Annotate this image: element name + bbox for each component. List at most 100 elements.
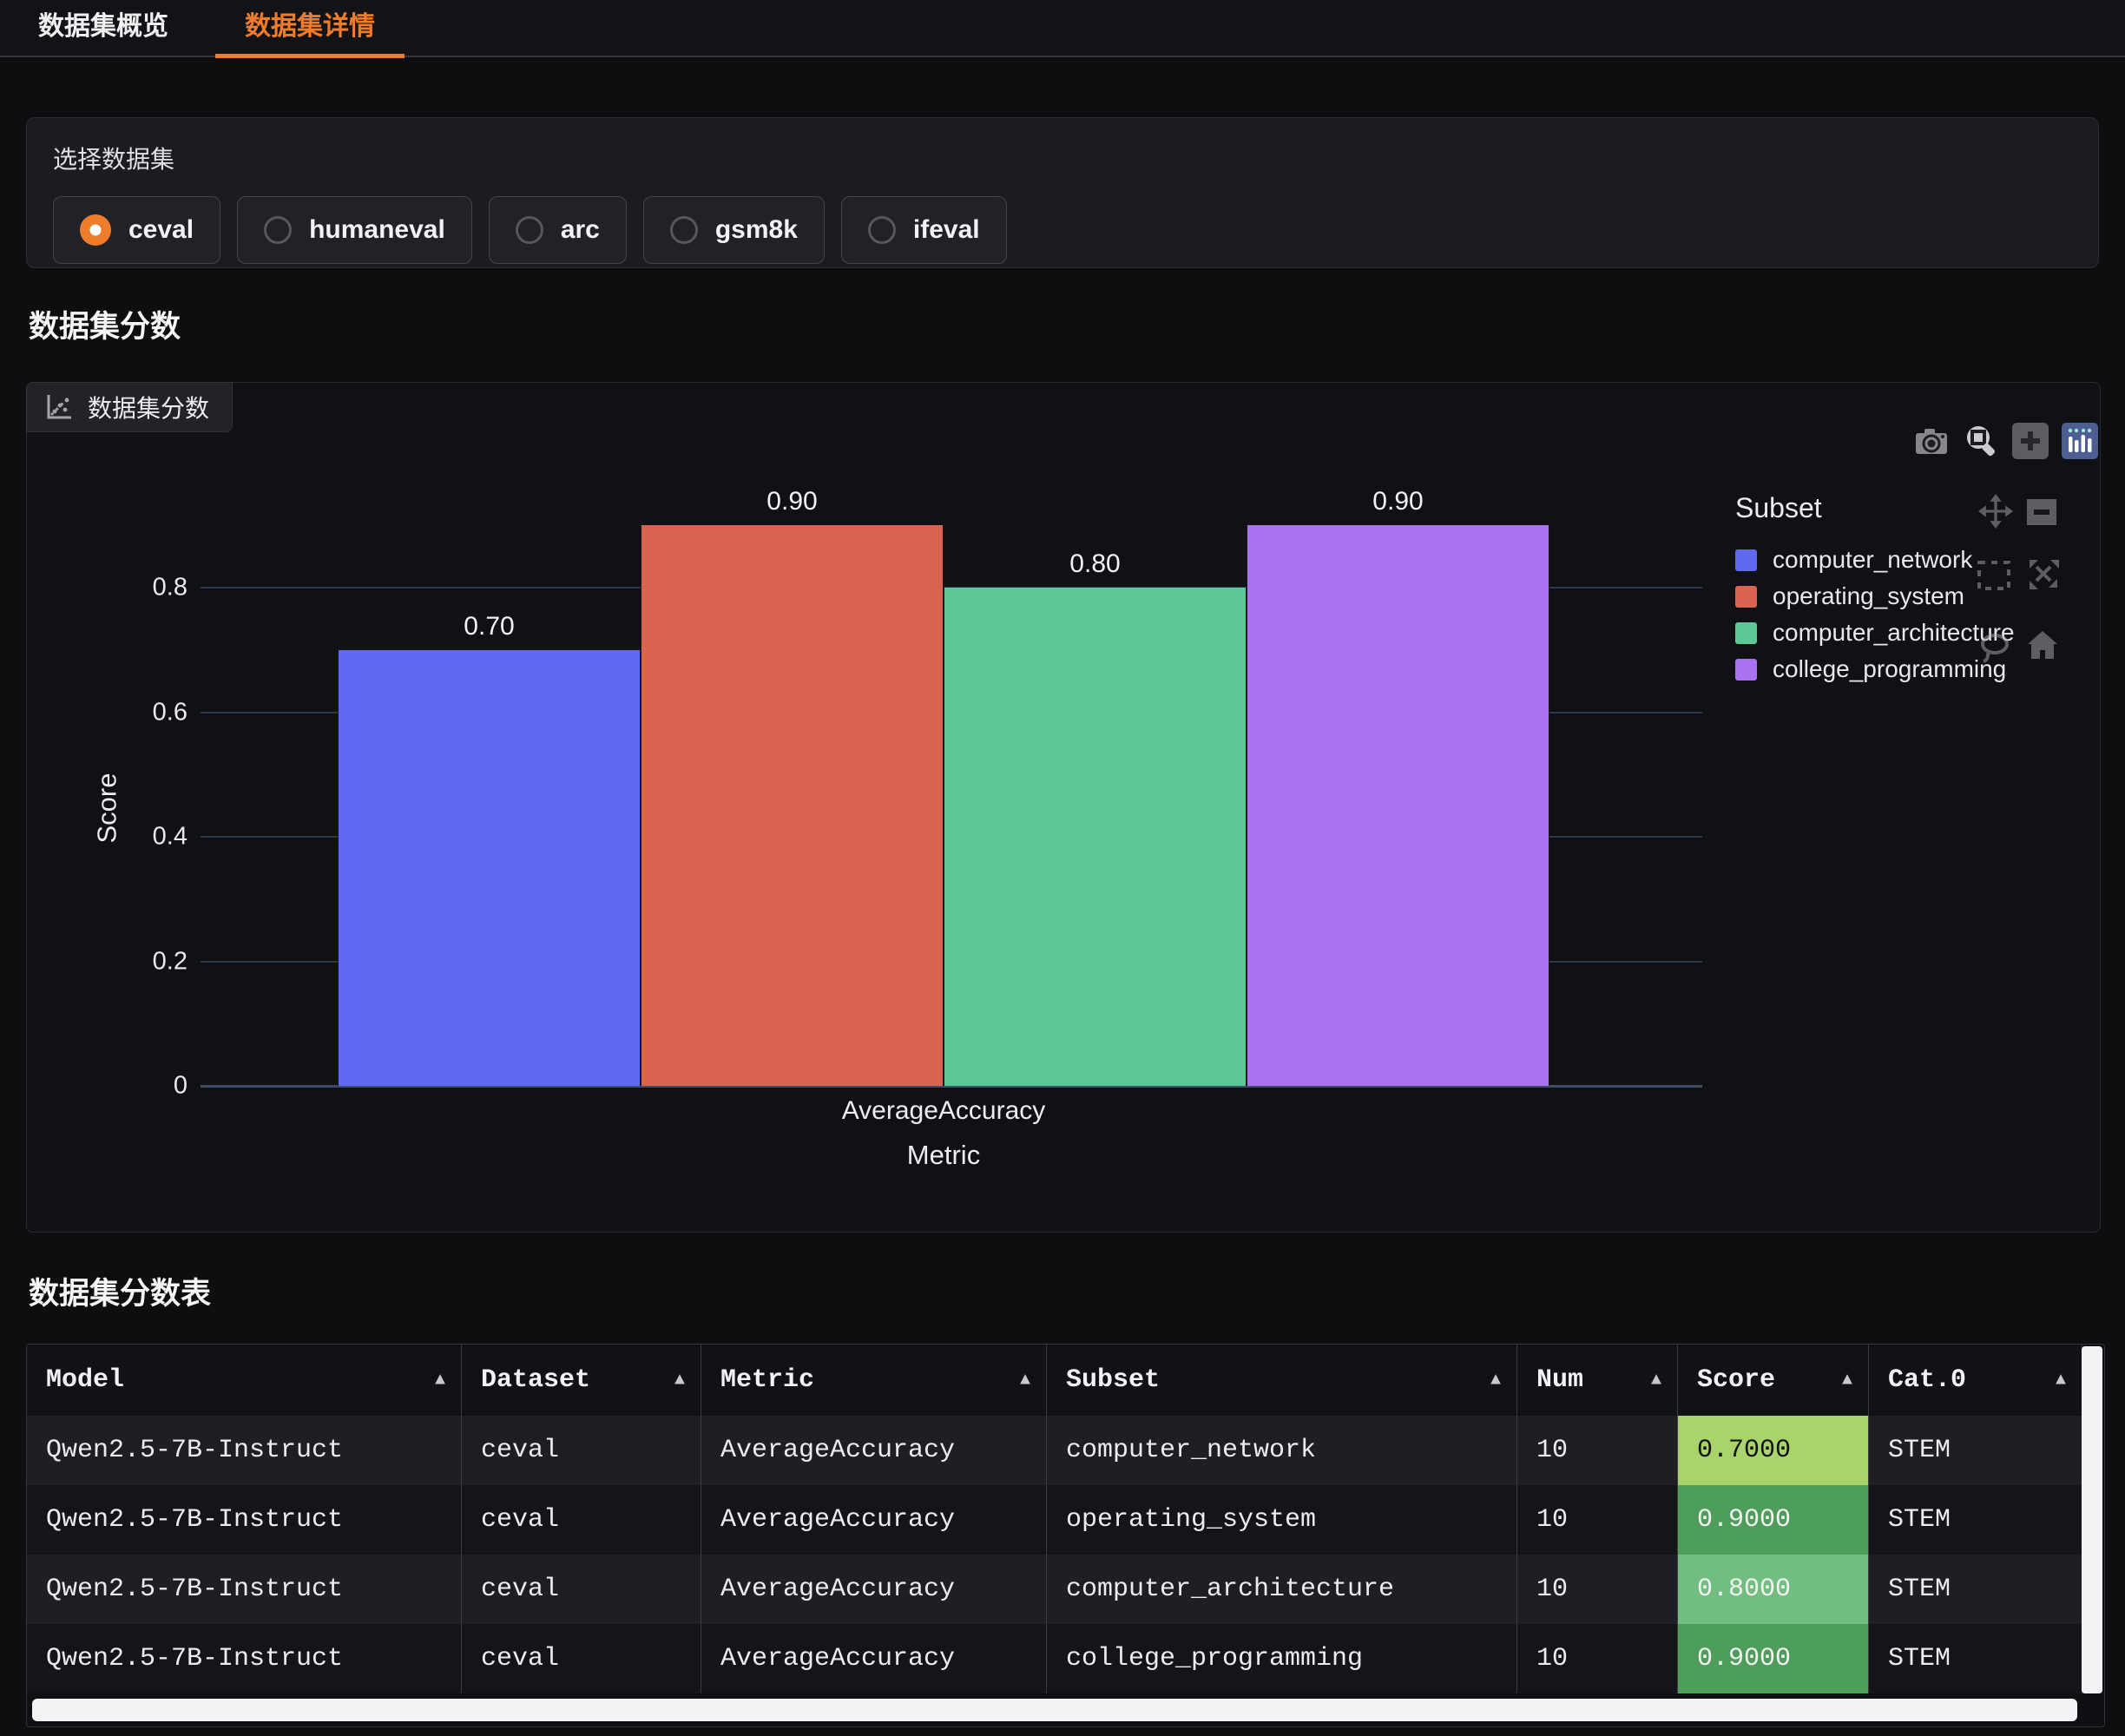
box-select-icon[interactable] xyxy=(1977,560,2011,591)
dataset-radio-ceval[interactable]: ceval xyxy=(53,196,220,264)
bar-value-label: 0.70 xyxy=(464,612,514,641)
column-title: Num xyxy=(1536,1365,1583,1395)
legend-swatch-icon xyxy=(1735,659,1757,681)
bar-value-label: 0.90 xyxy=(1372,487,1423,516)
zoom-icon[interactable] xyxy=(1963,423,1999,459)
column-header-subset[interactable]: Subset▲ xyxy=(1047,1345,1517,1416)
column-title: Score xyxy=(1697,1365,1775,1395)
dataset-radio-humaneval[interactable]: humaneval xyxy=(237,196,472,264)
sort-ascending-icon[interactable]: ▲ xyxy=(435,1371,445,1391)
score-cell[interactable]: 0.7000 xyxy=(1678,1416,1869,1485)
pan-icon[interactable] xyxy=(1978,494,2013,529)
table-heading: 数据集分数表 xyxy=(29,1269,211,1313)
table-cell[interactable]: computer_network xyxy=(1047,1416,1517,1485)
table-cell[interactable]: ceval xyxy=(462,1555,701,1624)
plot-modebar xyxy=(1913,423,2098,459)
table-cell[interactable]: Qwen2.5-7B-Instruct xyxy=(27,1624,462,1693)
table-cell[interactable]: operating_system xyxy=(1047,1485,1517,1555)
table-cell[interactable]: AverageAccuracy xyxy=(701,1624,1047,1693)
column-header-dataset[interactable]: Dataset ▲ xyxy=(462,1345,701,1416)
column-header-score[interactable]: Score ▲ xyxy=(1678,1345,1869,1416)
bar-computer_network[interactable] xyxy=(338,650,641,1086)
table-cell[interactable]: ceval xyxy=(462,1416,701,1485)
radio-label: arc xyxy=(561,215,600,245)
score-cell[interactable]: 0.8000 xyxy=(1678,1555,1869,1624)
sort-ascending-icon[interactable]: ▲ xyxy=(1020,1371,1030,1391)
y-tick-label: 0.6 xyxy=(83,698,188,727)
autoscale-icon[interactable] xyxy=(2026,556,2061,591)
table-horizontal-scrollbar[interactable] xyxy=(32,1699,2077,1721)
table-cell[interactable]: AverageAccuracy xyxy=(701,1555,1047,1624)
bar-value-label: 0.80 xyxy=(1069,549,1120,579)
table-cell[interactable]: 10 xyxy=(1517,1555,1678,1624)
table-cell[interactable]: STEM xyxy=(1869,1555,2082,1624)
table-cell[interactable]: STEM xyxy=(1869,1485,2082,1555)
x-axis-title: Metric xyxy=(907,1140,980,1171)
y-tick-label: 0.2 xyxy=(83,947,188,976)
bar-college_programming[interactable] xyxy=(1247,525,1549,1086)
y-tick-label: 0 xyxy=(83,1072,188,1101)
table-cell[interactable]: STEM xyxy=(1869,1416,2082,1485)
y-tick-label: 0.8 xyxy=(83,574,188,602)
score-cell[interactable]: 0.9000 xyxy=(1678,1485,1869,1555)
table-cell[interactable]: 10 xyxy=(1517,1485,1678,1555)
table-cell[interactable]: ceval xyxy=(462,1624,701,1693)
column-header-metric[interactable]: Metric ▲ xyxy=(701,1345,1047,1416)
camera-download-icon[interactable] xyxy=(1913,423,1950,459)
radio-unselected-icon[interactable] xyxy=(516,216,543,244)
legend-label: computer_network xyxy=(1773,546,1972,574)
radio-unselected-icon[interactable] xyxy=(868,216,896,244)
column-title: Metric xyxy=(720,1365,814,1395)
radio-label: ifeval xyxy=(913,215,980,245)
radio-selected-icon[interactable] xyxy=(80,214,111,246)
zoom-out-icon[interactable] xyxy=(2025,497,2058,527)
tab-dataset-overview[interactable]: 数据集概览 xyxy=(0,0,207,56)
radio-label: ceval xyxy=(128,215,194,245)
sort-ascending-icon[interactable]: ▲ xyxy=(1651,1371,1661,1391)
table-cell[interactable]: 10 xyxy=(1517,1624,1678,1693)
table-cell[interactable]: Qwen2.5-7B-Instruct xyxy=(27,1555,462,1624)
table-cell[interactable]: 10 xyxy=(1517,1416,1678,1485)
bar-chart: Score AverageAccuracy Metric Subset comp… xyxy=(27,383,2100,1232)
dataset-selector-panel: 选择数据集 cevalhumanevalarcgsm8kifeval xyxy=(26,117,2099,268)
dataset-radio-ifeval[interactable]: ifeval xyxy=(841,196,1007,264)
table-cell[interactable]: Qwen2.5-7B-Instruct xyxy=(27,1416,462,1485)
x-tick-label: AverageAccuracy xyxy=(842,1096,1046,1126)
sort-ascending-icon[interactable]: ▲ xyxy=(2056,1371,2066,1391)
plot-label: 数据集分数 xyxy=(88,390,209,424)
plot-label-chip: 数据集分数 xyxy=(26,382,233,432)
bar-computer_architecture[interactable] xyxy=(944,588,1247,1086)
sort-ascending-icon[interactable]: ▲ xyxy=(1490,1371,1501,1391)
score-cell[interactable]: 0.9000 xyxy=(1678,1624,1869,1693)
sort-ascending-icon[interactable]: ▲ xyxy=(674,1371,685,1391)
table-cell[interactable]: AverageAccuracy xyxy=(701,1485,1047,1555)
zoom-in-icon[interactable] xyxy=(2012,423,2049,459)
dataset-radio-arc[interactable]: arc xyxy=(489,196,627,264)
reset-home-icon[interactable] xyxy=(2026,629,2059,661)
legend-swatch-icon xyxy=(1735,622,1757,644)
column-header-model[interactable]: Model ▲ xyxy=(27,1345,462,1416)
column-title: Dataset xyxy=(481,1365,590,1395)
table-cell[interactable]: STEM xyxy=(1869,1624,2082,1693)
column-title: Model xyxy=(46,1365,124,1395)
table-cell[interactable]: Qwen2.5-7B-Instruct xyxy=(27,1485,462,1555)
dataset-radio-group: ceval humaneval arc gsm8k ifeval xyxy=(53,196,2072,264)
column-header-cat-0[interactable]: Cat.0▲ xyxy=(1869,1345,2082,1416)
chart-view-icon[interactable] xyxy=(2062,423,2098,459)
column-header-num[interactable]: Num ▲ xyxy=(1517,1345,1678,1416)
table-cell[interactable]: ceval xyxy=(462,1485,701,1555)
table-cell[interactable]: AverageAccuracy xyxy=(701,1416,1047,1485)
lasso-select-icon[interactable] xyxy=(1978,631,2011,664)
tab-dataset-details[interactable]: 数据集详情 xyxy=(207,0,413,56)
radio-unselected-icon[interactable] xyxy=(264,216,292,244)
legend-label: operating_system xyxy=(1773,582,1964,610)
radio-unselected-icon[interactable] xyxy=(670,216,698,244)
radio-label: gsm8k xyxy=(715,215,798,245)
table-cell[interactable]: computer_architecture xyxy=(1047,1555,1517,1624)
dataset-radio-gsm8k[interactable]: gsm8k xyxy=(643,196,825,264)
bar-operating_system[interactable] xyxy=(641,525,944,1086)
sort-ascending-icon[interactable]: ▲ xyxy=(1842,1371,1852,1391)
table-vertical-scrollbar[interactable] xyxy=(2082,1346,2102,1693)
dataframe: Model▲Dataset▲Metric▲Subset▲Num▲Score▲Ca… xyxy=(27,1345,2082,1693)
table-cell[interactable]: college_programming xyxy=(1047,1624,1517,1693)
